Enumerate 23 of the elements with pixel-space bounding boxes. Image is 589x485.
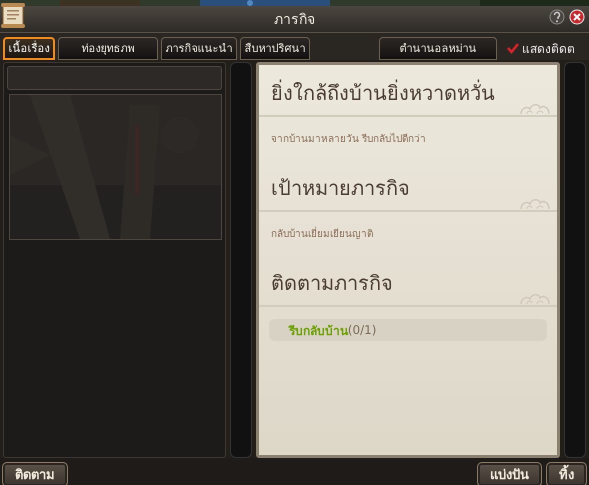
- scroll-icon: [0, 0, 26, 30]
- section-heading: ติดตามภารกิจ: [258, 259, 558, 307]
- tab[interactable]: เนื้อเรื่อง: [3, 37, 55, 60]
- window-title: ภารกิจ: [274, 11, 315, 30]
- tab[interactable]: ภารกิจแนะนำ: [161, 37, 237, 60]
- cloud-ornament-icon: [519, 101, 552, 115]
- null[interactable]: ติดตาม: [2, 462, 68, 485]
- null[interactable]: ทิ้ง: [546, 462, 587, 485]
- help-icon[interactable]: [549, 9, 565, 25]
- tab[interactable]: ตำนานอลหม่าน: [379, 37, 497, 60]
- tab[interactable]: สืบหาปริศนา: [240, 37, 310, 60]
- input-field[interactable]: [7, 66, 222, 90]
- section-heading: ยิ่งใกล้ถึงบ้านยิ่งหวาดหวั่น: [258, 69, 558, 117]
- section-text: กลับบ้านเยี่ยมเยียนญาติ: [258, 212, 558, 259]
- cloud-ornament-icon: [519, 196, 552, 210]
- tab[interactable]: ท่องยุทธภพ: [58, 37, 158, 60]
- null[interactable]: แบ่งปัน: [477, 462, 542, 485]
- checkbox-label: แสดงติดต: [522, 41, 575, 58]
- section-text: จากบ้านมาหลายวัน รีบกลับไปดีกว่า: [270, 132, 427, 147]
- cloud-ornament-icon: [519, 291, 552, 305]
- section-heading: เป้าหมายภารกิจ: [258, 164, 558, 212]
- close-icon[interactable]: [569, 9, 585, 25]
- checkbox[interactable]: [506, 42, 519, 55]
